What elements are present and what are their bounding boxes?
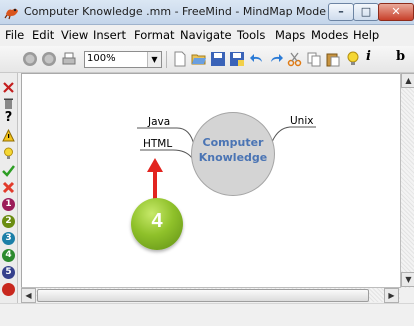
step-number: 4 — [151, 210, 163, 232]
menu-edit[interactable]: Edit — [32, 28, 54, 42]
toolbar-divider — [166, 51, 167, 68]
question-icon[interactable]: ? — [2, 111, 15, 124]
root-node-label: Computer Knowledge — [192, 135, 274, 165]
cut-icon[interactable] — [287, 51, 303, 67]
warning-icon[interactable] — [2, 129, 15, 142]
save-icon[interactable] — [210, 51, 226, 67]
save-as-icon[interactable] — [229, 51, 245, 67]
menu-modes[interactable]: Modes — [311, 28, 348, 42]
icon-toolbar: ? 1 2 3 4 5 — [0, 73, 18, 305]
scroll-right-icon[interactable]: ▶ — [384, 288, 399, 303]
title-bar: Computer Knowledge .mm - FreeMind - Mind… — [0, 0, 414, 25]
new-file-icon[interactable] — [172, 51, 188, 67]
copy-icon[interactable] — [306, 51, 322, 67]
idea-icon[interactable] — [2, 147, 15, 160]
menu-maps[interactable]: Maps — [275, 28, 305, 42]
node-html[interactable]: HTML — [143, 138, 172, 150]
zoom-select[interactable]: 100% ▼ — [84, 51, 162, 68]
root-line-1: Computer — [202, 136, 264, 149]
zoom-value: 100% — [87, 53, 116, 64]
status-bar — [0, 303, 414, 326]
priority-1-icon[interactable]: 1 — [2, 198, 15, 211]
checkmark-icon[interactable] — [2, 164, 15, 177]
menu-format[interactable]: Format — [134, 28, 175, 42]
minimize-button[interactable]: – — [328, 3, 354, 21]
menu-navigate[interactable]: Navigate — [180, 28, 232, 42]
italic-icon[interactable]: i — [366, 49, 382, 65]
redo-icon[interactable] — [268, 51, 284, 67]
node-java[interactable]: Java — [148, 116, 170, 128]
scroll-left-icon[interactable]: ◀ — [21, 288, 36, 303]
lightbulb-icon[interactable] — [345, 51, 361, 67]
scroll-down-icon[interactable]: ▼ — [401, 272, 414, 287]
undo-icon[interactable] — [249, 51, 265, 67]
priority-2-icon[interactable]: 2 — [2, 215, 15, 228]
chevron-down-icon[interactable]: ▼ — [147, 52, 161, 67]
menu-file[interactable]: File — [5, 28, 24, 42]
maximize-icon: □ — [360, 5, 372, 18]
close-button[interactable]: ✕ — [378, 3, 414, 21]
print-icon[interactable] — [61, 51, 77, 67]
bold-icon[interactable]: b — [396, 49, 412, 65]
open-folder-icon[interactable] — [191, 51, 207, 67]
main-toolbar: 100% ▼ i b — [0, 46, 414, 73]
remove-icon-x[interactable] — [2, 81, 15, 94]
vertical-scrollbar[interactable]: ▲ ▼ — [400, 73, 414, 288]
menu-tools[interactable]: Tools — [237, 28, 265, 42]
menu-view[interactable]: View — [61, 28, 88, 42]
menu-bar: File Edit View Insert Format Navigate To… — [0, 25, 414, 45]
priority-4-icon[interactable]: 4 — [2, 249, 15, 262]
menu-insert[interactable]: Insert — [93, 28, 126, 42]
freemind-app-icon — [4, 8, 18, 20]
freemind-window: Computer Knowledge .mm - FreeMind - Mind… — [0, 0, 414, 326]
forward-icon[interactable] — [41, 51, 57, 67]
minimize-icon: – — [338, 5, 344, 18]
priority-3-icon[interactable]: 3 — [2, 232, 15, 245]
back-icon[interactable] — [22, 51, 38, 67]
step-badge: 4 — [131, 198, 183, 250]
paste-icon[interactable] — [325, 51, 341, 67]
priority-6-icon[interactable] — [2, 283, 15, 296]
cross-icon[interactable] — [2, 181, 15, 194]
trash-icon[interactable] — [2, 97, 15, 110]
root-line-2: Knowledge — [198, 151, 268, 164]
close-icon: ✕ — [391, 5, 401, 18]
maximize-button[interactable]: □ — [353, 3, 379, 21]
scroll-up-icon[interactable]: ▲ — [401, 73, 414, 88]
priority-5-icon[interactable]: 5 — [2, 266, 15, 279]
node-unix[interactable]: Unix — [290, 115, 313, 127]
horizontal-scrollbar[interactable]: ◀ ▶ — [21, 287, 400, 303]
menu-help[interactable]: Help — [353, 28, 379, 42]
horizontal-scroll-thumb[interactable] — [37, 289, 369, 302]
root-node[interactable]: Computer Knowledge — [191, 112, 275, 196]
window-title: Computer Knowledge .mm - FreeMind - Mind… — [24, 5, 327, 18]
